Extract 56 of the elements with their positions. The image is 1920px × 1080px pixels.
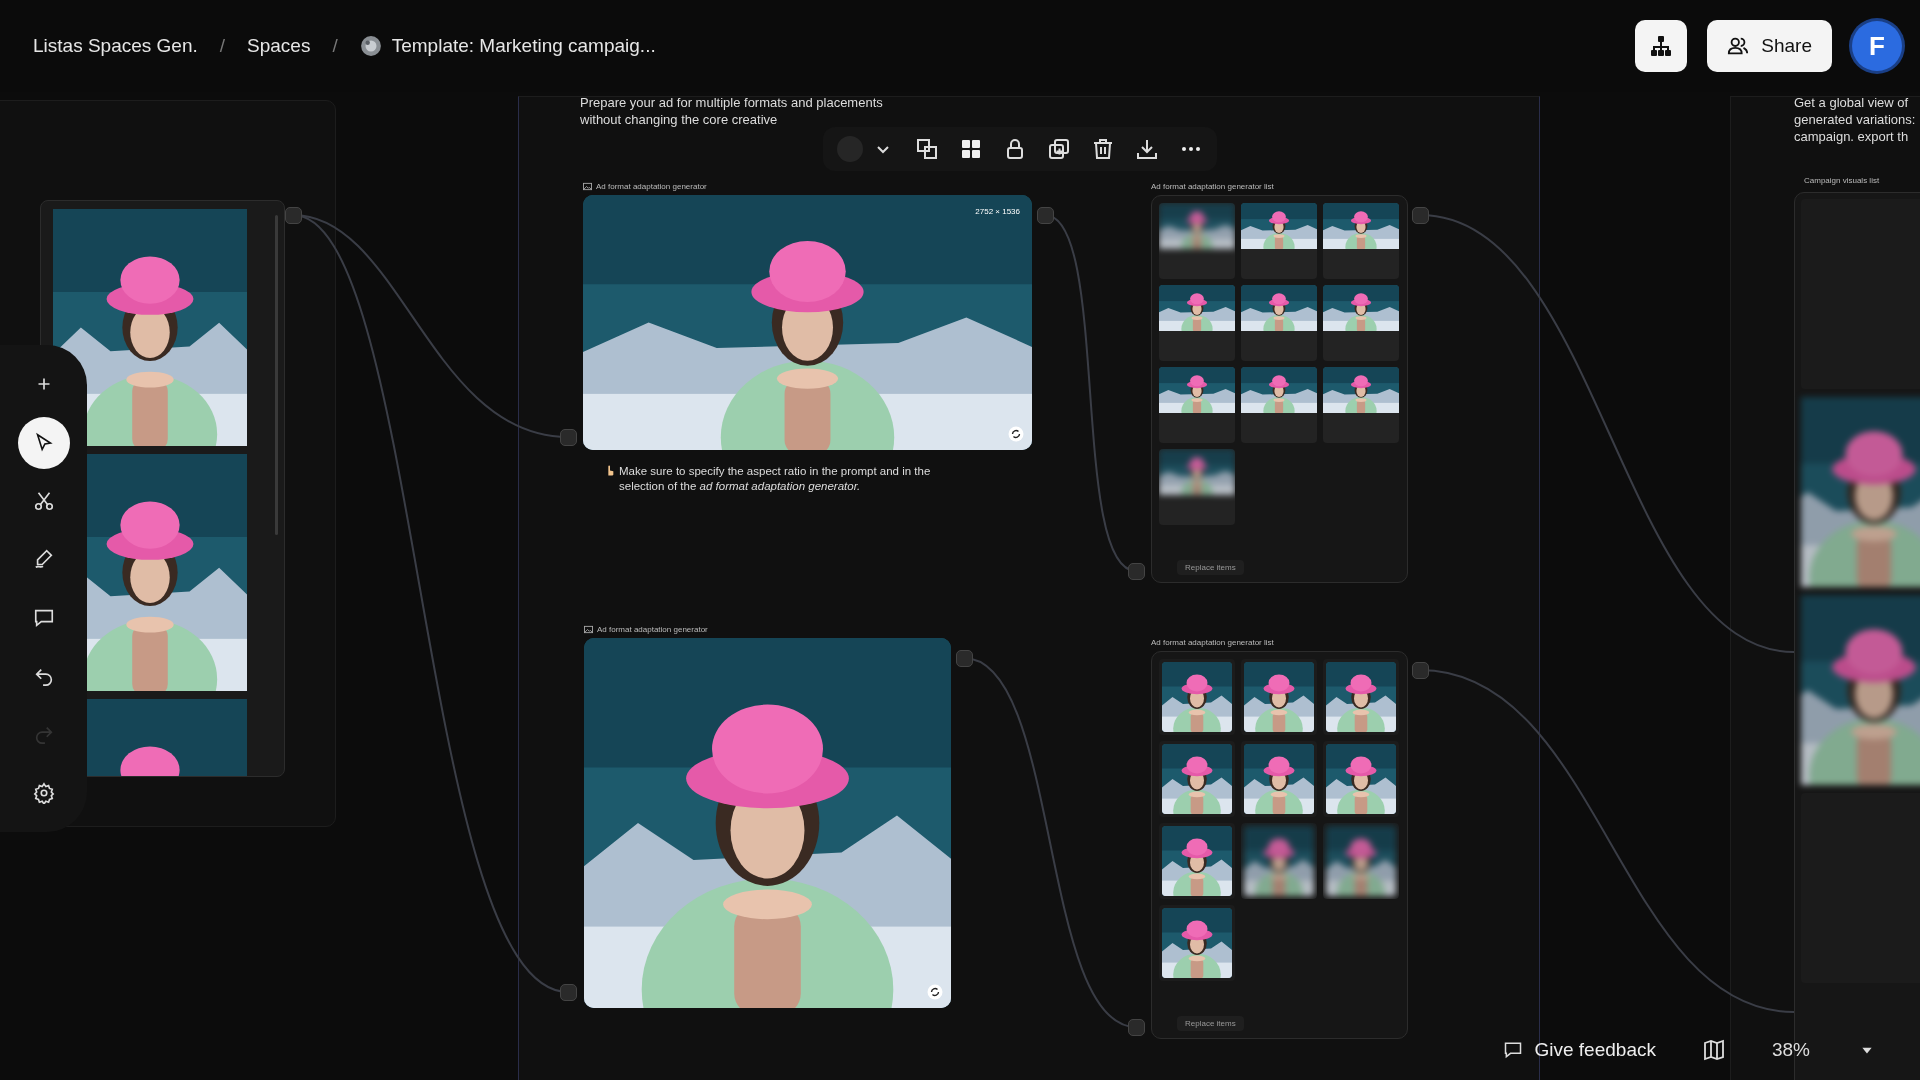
note-text: Make sure to specify the aspect ratio in the prompt and in the selection of the ad format adaptation generator. (619, 464, 932, 494)
resolution-label: 2752 × 1536 (975, 207, 1020, 216)
thumbnail-card[interactable] (1159, 367, 1235, 443)
share-button[interactable]: Share (1707, 20, 1832, 72)
breadcrumb-separator: / (219, 35, 226, 57)
description-text: Prepare your ad for multiple formats and placements without changing the core creative (580, 94, 884, 128)
comment-icon (1502, 1040, 1523, 1060)
thumbnail-card[interactable] (1241, 367, 1317, 443)
image-icon (584, 625, 593, 634)
port-handle[interactable] (1412, 207, 1429, 224)
thumbnail-card[interactable] (1241, 285, 1317, 361)
breadcrumb-link[interactable]: Template: Marketing campaig... (391, 35, 656, 57)
thumbnail-card[interactable] (1241, 203, 1317, 279)
thumbnail-card[interactable] (1323, 203, 1399, 279)
thumbnail-card[interactable] (1159, 285, 1235, 361)
breadcrumb-separator: / (332, 35, 338, 57)
breadcrumb-link[interactable]: Spaces (247, 35, 311, 57)
thumbnail-card[interactable] (1159, 449, 1235, 525)
replace-items-button[interactable]: Replace items (1177, 1016, 1244, 1031)
give-feedback-button[interactable]: Give feedback (1496, 1038, 1662, 1062)
port-handle[interactable] (560, 984, 577, 1001)
replace-items-button[interactable]: Replace items (1177, 560, 1244, 575)
hierarchy-button[interactable] (1635, 20, 1688, 72)
scrollbar[interactable] (275, 215, 278, 535)
avatar[interactable]: F (1852, 21, 1902, 71)
hierarchy-icon (1649, 34, 1674, 58)
port-handle[interactable] (1037, 207, 1054, 224)
node-title: Campaign visuals list (1804, 176, 1880, 185)
node-title: Ad format adaptation generator (597, 625, 708, 634)
users-icon (1727, 35, 1750, 57)
port-handle[interactable] (956, 650, 973, 667)
trash-icon[interactable] (1091, 137, 1115, 161)
zoom-dropdown[interactable]: 38% (1765, 1038, 1880, 1062)
download-icon[interactable] (1135, 137, 1159, 161)
duplicate-icon[interactable] (1047, 137, 1071, 161)
breadcrumb-link[interactable]: Listas Spaces Gen. (33, 35, 198, 57)
thumbnail-card[interactable] (1323, 285, 1399, 361)
thumbnail-card[interactable] (1323, 367, 1399, 443)
refresh-icon[interactable] (1008, 426, 1024, 442)
port-handle[interactable] (1412, 662, 1429, 679)
refresh-icon[interactable] (927, 984, 943, 1000)
image-icon (583, 182, 592, 191)
port-handle[interactable] (285, 207, 302, 224)
node-title: Ad format adaptation generator (596, 182, 707, 191)
grid-icon[interactable] (959, 137, 983, 161)
thumbnail-card[interactable] (1159, 203, 1235, 279)
list-card[interactable]: Replace items (1151, 651, 1408, 1039)
pointing-hand-icon (605, 464, 615, 477)
node-title: Ad format adaptation generator list (1151, 182, 1275, 191)
port-handle[interactable] (1128, 1019, 1145, 1036)
node-title: Ad format adaptation generator list (1151, 638, 1275, 647)
port-handle[interactable] (560, 429, 577, 446)
port-handle[interactable] (1128, 563, 1145, 580)
list-card[interactable]: Replace items (1151, 195, 1408, 583)
description-text: Get a global view of generated variations: campaign. export th (1794, 94, 1917, 145)
map-icon[interactable] (1701, 1038, 1726, 1062)
